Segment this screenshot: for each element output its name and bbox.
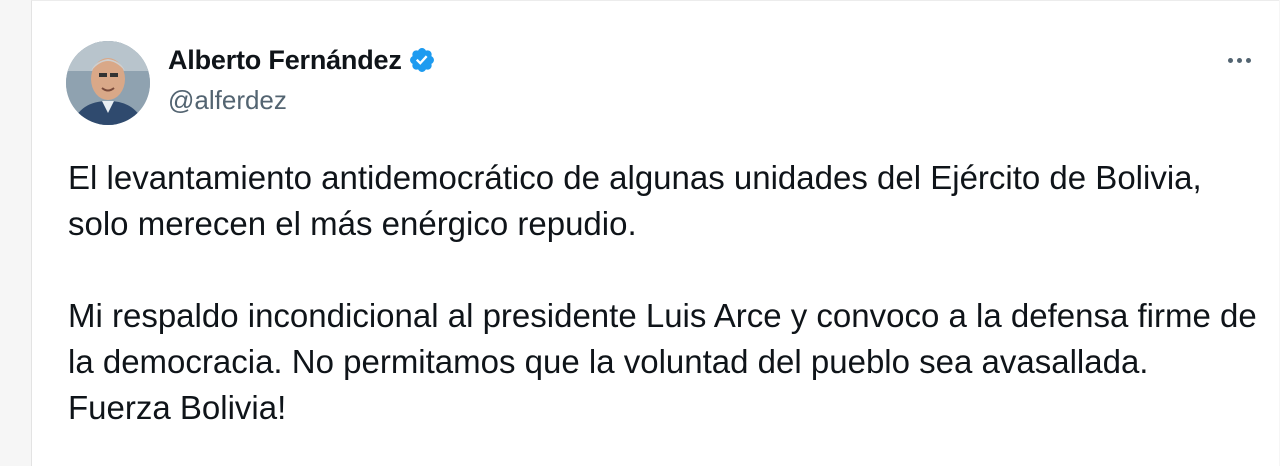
- tweet-paragraph: Mi respaldo incondicional al presidente …: [68, 297, 1266, 426]
- more-dot: [1236, 57, 1242, 63]
- verified-badge-icon: [408, 46, 436, 74]
- name-row: Alberto Fernández: [168, 41, 436, 79]
- page: Alberto Fernández @alferdez El levantami…: [0, 0, 1280, 466]
- more-options-icon[interactable]: [1219, 45, 1259, 75]
- tweet-text: El levantamiento antidemocrático de algu…: [68, 155, 1258, 431]
- author-block: Alberto Fernández @alferdez: [168, 41, 436, 116]
- avatar[interactable]: [66, 41, 150, 125]
- avatar-photo: [66, 41, 150, 125]
- author-display-name[interactable]: Alberto Fernández: [168, 45, 402, 76]
- more-dot: [1227, 57, 1233, 63]
- author-handle[interactable]: @alferdez: [168, 85, 436, 116]
- tweet-paragraph: El levantamiento antidemocrático de algu…: [68, 159, 1211, 242]
- tweet-card: Alberto Fernández @alferdez El levantami…: [31, 0, 1279, 466]
- more-dot: [1245, 57, 1251, 63]
